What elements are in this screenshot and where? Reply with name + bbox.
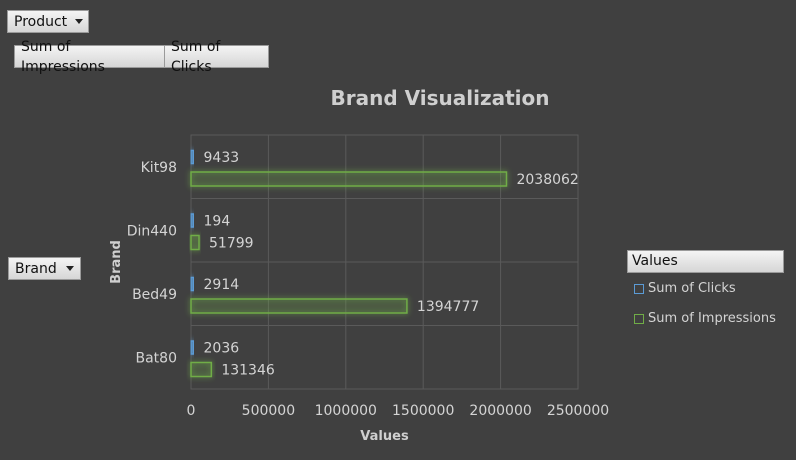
x-axis-title: Values: [360, 429, 409, 444]
impressions-data-label: 2038062: [516, 172, 578, 188]
impressions-bar: [190, 234, 200, 251]
x-tick-label: 2500000: [547, 403, 609, 419]
y-tick-label: Bat80: [136, 350, 178, 366]
clicks-bar: [190, 213, 195, 228]
legend-swatch-clicks: [634, 283, 644, 294]
y-tick-label: Bed49: [132, 287, 177, 303]
legend-item-clicks: Sum of Clicks: [634, 281, 736, 296]
legend-item-impressions: Sum of Impressions: [634, 311, 776, 326]
clicks-bar: [190, 340, 195, 355]
impressions-bar: [190, 298, 408, 314]
legend-label-impressions: Sum of Impressions: [648, 311, 776, 326]
clicks-data-label: 9433: [204, 150, 240, 166]
y-tick-label: Kit98: [141, 160, 177, 176]
impressions-data-label: 51799: [209, 236, 254, 252]
impressions-data-label: 1394777: [417, 299, 479, 315]
x-tick-label: 1000000: [315, 403, 377, 419]
legend-label-clicks: Sum of Clicks: [648, 281, 736, 296]
impressions-bar: [190, 361, 213, 378]
bar-chart: 0 500000 1000000 1500000 2000000 2500000 Kit98…: [109, 134, 609, 444]
clicks-data-label: 2036: [204, 341, 240, 357]
y-axis-title: Brand: [109, 240, 124, 284]
clicks-bar: [190, 276, 195, 292]
x-tick-label: 500000: [242, 403, 295, 419]
impressions-data-label: 131346: [221, 363, 275, 379]
legend-swatch-impressions: [634, 313, 644, 324]
y-tick-label: Din440: [127, 223, 177, 239]
x-tick-label: 0: [187, 403, 196, 419]
clicks-data-label: 2914: [204, 277, 240, 293]
x-tick-label: 1500000: [392, 403, 454, 419]
impressions-bar: [190, 171, 508, 187]
legend-title: Values: [627, 250, 784, 273]
x-tick-label: 2000000: [469, 403, 531, 419]
clicks-bar: [190, 149, 195, 165]
clicks-data-label: 194: [204, 214, 231, 230]
